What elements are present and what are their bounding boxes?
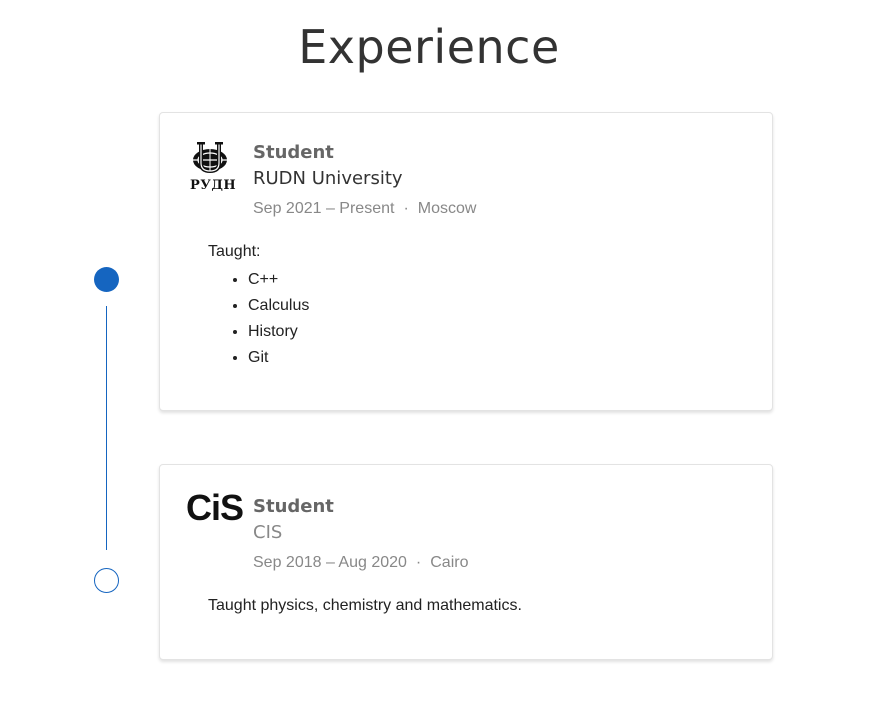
list-item: History	[248, 319, 309, 345]
timeline-dot-active[interactable]	[94, 267, 119, 292]
entry-meta: Sep 2018 – Aug 2020 · Cairo	[253, 549, 468, 577]
job-role: Student	[253, 496, 334, 517]
experience-card-rudn: РУДН Student RUDN University Sep 2021 – …	[159, 112, 773, 411]
subject-list: C++ Calculus History Git	[208, 267, 309, 371]
entry-description: Taught: C++ Calculus History Git	[208, 241, 309, 371]
rudn-logo-text: РУДН	[190, 178, 237, 193]
entry-header: Student CIS Sep 2018 – Aug 2020 · Cairo	[253, 495, 468, 577]
job-role: Student	[253, 142, 334, 163]
list-item: Calculus	[248, 293, 309, 319]
entry-header: Student RUDN University Sep 2021 – Prese…	[253, 141, 476, 223]
timeline-line	[106, 306, 107, 550]
organization-name: RUDN University	[253, 168, 403, 189]
cis-logo-text: CiS	[186, 487, 243, 527]
description-intro: Taught:	[208, 243, 261, 260]
cis-logo-icon: CiS	[186, 487, 244, 528]
date-range: Sep 2021 – Present	[253, 200, 395, 217]
rudn-emblem-icon	[193, 142, 227, 174]
list-item: C++	[248, 267, 309, 293]
experience-page: Experience РУДН Student RUDN University	[0, 0, 881, 724]
section-title: Experience	[298, 20, 560, 74]
timeline-dot-inactive[interactable]	[94, 568, 119, 593]
meta-separator: ·	[415, 554, 422, 571]
cis-logo: CiS	[186, 487, 246, 528]
entry-description: Taught physics, chemistry and mathematic…	[208, 595, 522, 617]
location: Cairo	[430, 554, 469, 571]
organization-name: CIS	[253, 522, 283, 543]
list-item: Git	[248, 345, 309, 371]
entry-meta: Sep 2021 – Present · Moscow	[253, 195, 476, 223]
description-text: Taught physics, chemistry and mathematic…	[208, 597, 522, 614]
meta-separator: ·	[403, 200, 409, 217]
rudn-university-logo: РУДН	[186, 141, 237, 193]
date-range: Sep 2018 – Aug 2020	[253, 554, 407, 571]
experience-card-cis: CiS Student CIS Sep 2018 – Aug 2020 · Cair…	[159, 464, 773, 660]
location: Moscow	[417, 200, 477, 217]
